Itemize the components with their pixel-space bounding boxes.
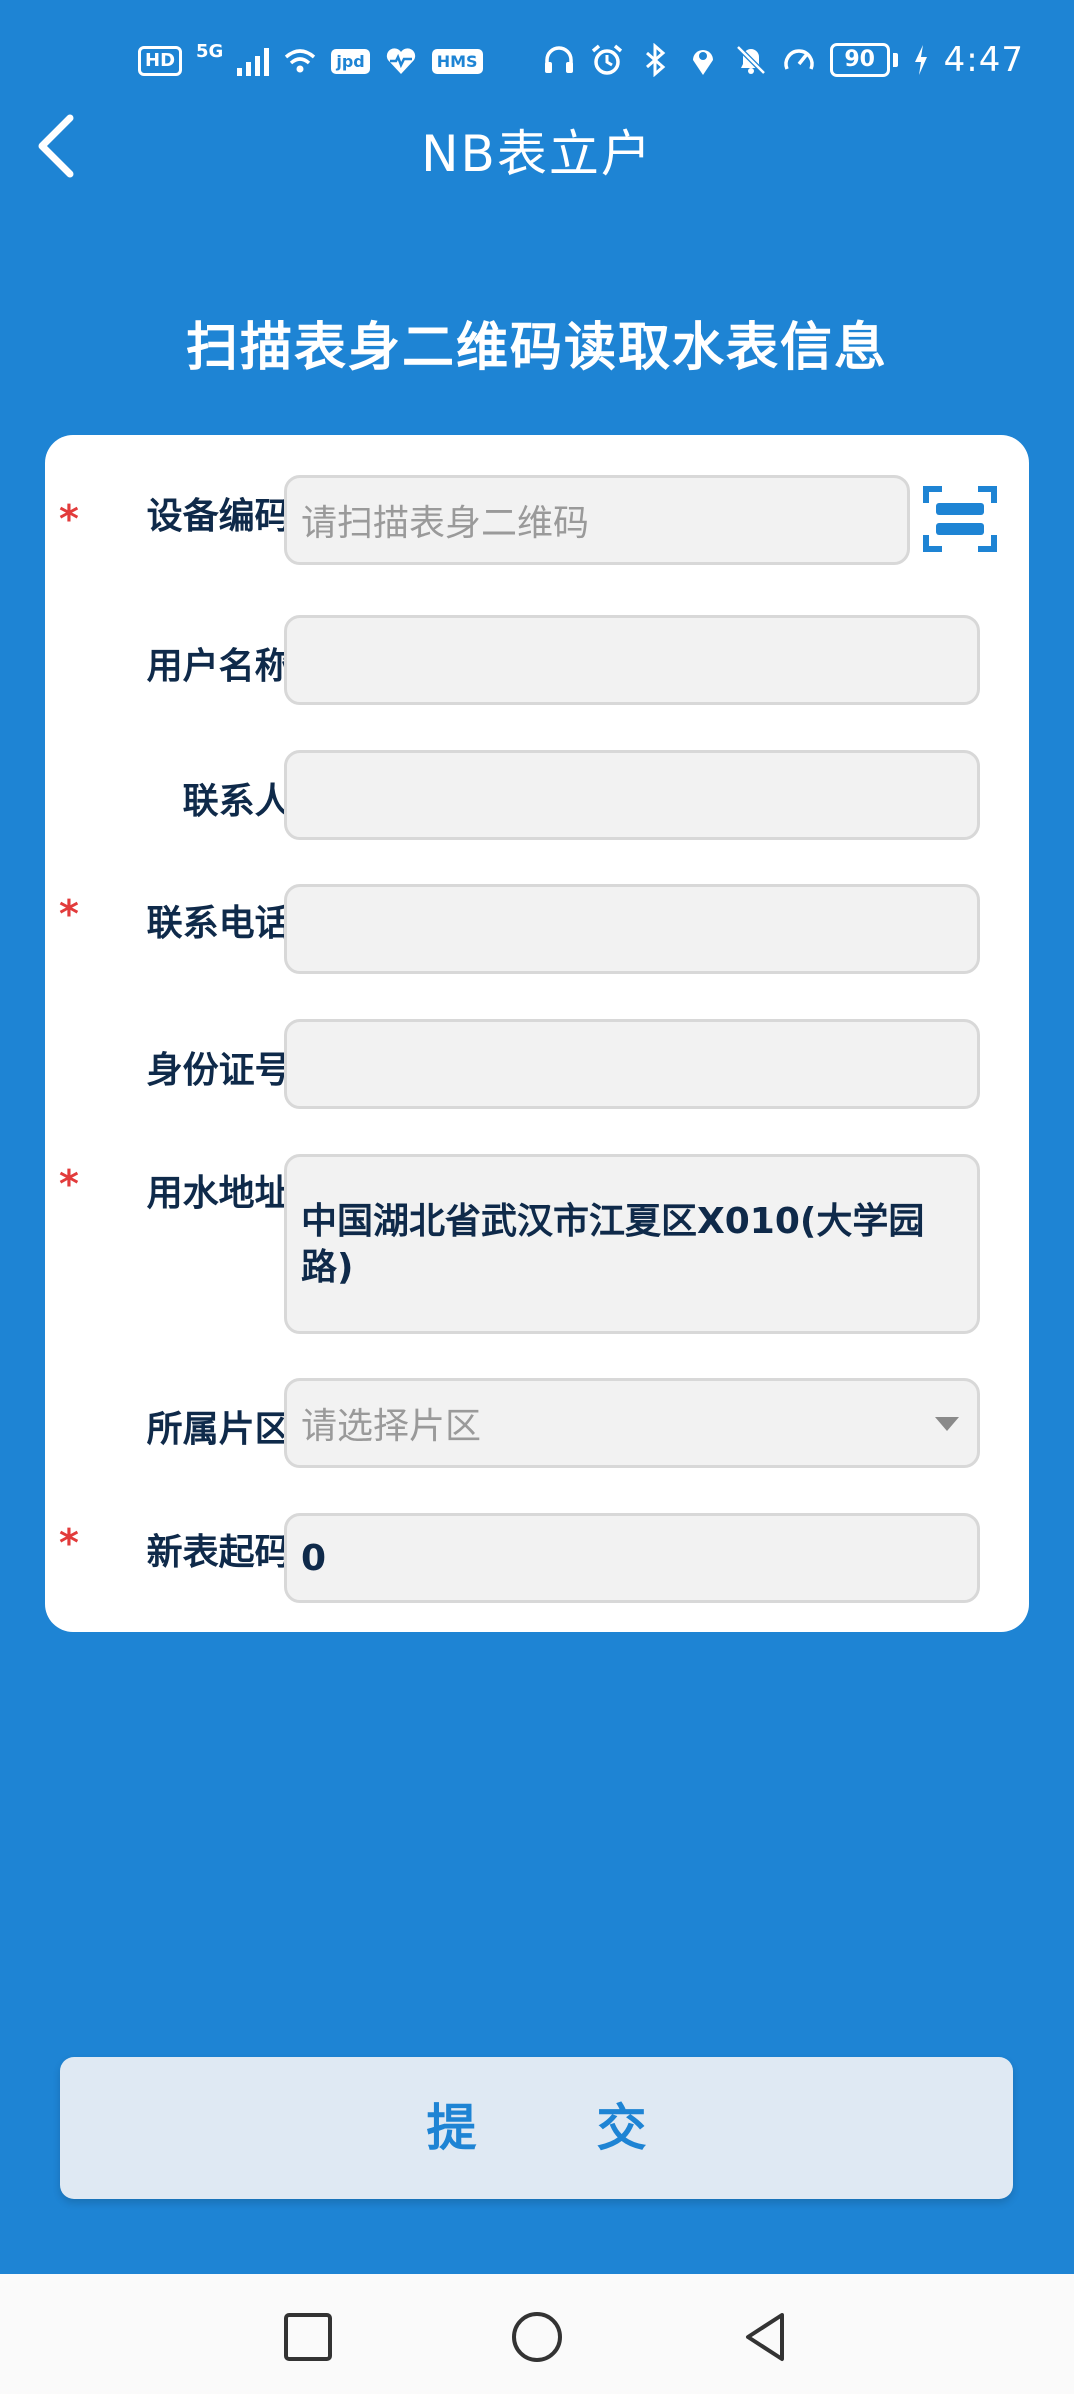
- mute-bell-icon: [735, 45, 766, 75]
- charging-icon: [914, 45, 927, 75]
- required-marker: *: [59, 497, 79, 541]
- qr-scan-icon[interactable]: [922, 483, 998, 555]
- address-input[interactable]: 中国湖北省武汉市江夏区X010(大学园路): [284, 1154, 980, 1334]
- recent-apps-icon[interactable]: [280, 2309, 336, 2365]
- health-heart-icon: [386, 48, 415, 74]
- user-name-input[interactable]: [284, 615, 980, 705]
- start-reading-input[interactable]: 0: [284, 1513, 980, 1603]
- address-row: * 用水地址: 中国湖北省武汉市江夏区X010(大学园路): [45, 1154, 1029, 1334]
- device-code-row: * 设备编码: 请扫描表身二维码: [45, 475, 1029, 565]
- id-number-input[interactable]: [284, 1019, 980, 1109]
- id-number-row: 身份证号:: [45, 1019, 1029, 1109]
- required-marker: *: [59, 1521, 79, 1565]
- address-value: 中国湖北省武汉市江夏区X010(大学园路): [301, 1201, 925, 1288]
- id-number-label: 身份证号:: [146, 1050, 305, 1091]
- network-type: 5G: [196, 40, 224, 62]
- contact-input[interactable]: [284, 750, 980, 840]
- wifi-icon: [285, 49, 316, 73]
- district-select[interactable]: 请选择片区: [284, 1378, 980, 1468]
- back-nav-icon[interactable]: [738, 2309, 794, 2365]
- phone-input[interactable]: [284, 884, 980, 974]
- user-name-label: 用户名称:: [146, 646, 305, 687]
- dropdown-arrow-icon: [935, 1417, 959, 1431]
- user-name-row: 用户名称:: [45, 615, 1029, 705]
- required-marker: *: [59, 1162, 79, 1206]
- clock: 4:47: [943, 40, 1024, 80]
- district-row: 所属片区: 请选择片区: [45, 1378, 1029, 1468]
- battery-level: 90: [829, 43, 890, 77]
- form-card: * 设备编码: 请扫描表身二维码 用户名称: 联系人: * 联系电话: 身份证号…: [45, 435, 1029, 1632]
- device-code-label: 设备编码:: [146, 496, 305, 537]
- bluetooth-icon: [645, 43, 665, 77]
- headphones-icon: [544, 46, 573, 73]
- device-code-placeholder: 请扫描表身二维码: [301, 503, 590, 544]
- speedometer-icon: [783, 49, 814, 70]
- alarm-icon: [591, 44, 622, 75]
- section-heading: 扫描表身二维码读取水表信息: [185, 318, 888, 378]
- app-notification-icon: jpd: [331, 48, 370, 74]
- start-reading-row: * 新表起码: 0: [45, 1513, 1029, 1603]
- submit-button[interactable]: 提交: [60, 2057, 1013, 2199]
- signal-icon: [237, 46, 270, 76]
- district-placeholder: 请选择片区: [301, 1406, 482, 1447]
- phone-label: 联系电话:: [146, 903, 305, 944]
- hd-badge: HD: [138, 46, 183, 76]
- battery-icon: 90: [829, 43, 898, 77]
- home-icon[interactable]: [509, 2309, 565, 2365]
- device-code-input[interactable]: 请扫描表身二维码: [284, 475, 910, 565]
- hms-icon: HMS: [431, 48, 483, 74]
- required-marker: *: [59, 892, 79, 936]
- district-label: 所属片区:: [146, 1409, 305, 1450]
- phone-row: * 联系电话:: [45, 884, 1029, 974]
- contact-row: 联系人:: [45, 750, 1029, 840]
- app-bar: NB表立户: [0, 100, 1074, 190]
- address-label: 用水地址:: [146, 1173, 305, 1214]
- system-nav-bar: [0, 2274, 1074, 2394]
- page-title: NB表立户: [421, 125, 653, 183]
- location-icon: [692, 50, 713, 75]
- start-reading-label: 新表起码:: [146, 1532, 305, 1573]
